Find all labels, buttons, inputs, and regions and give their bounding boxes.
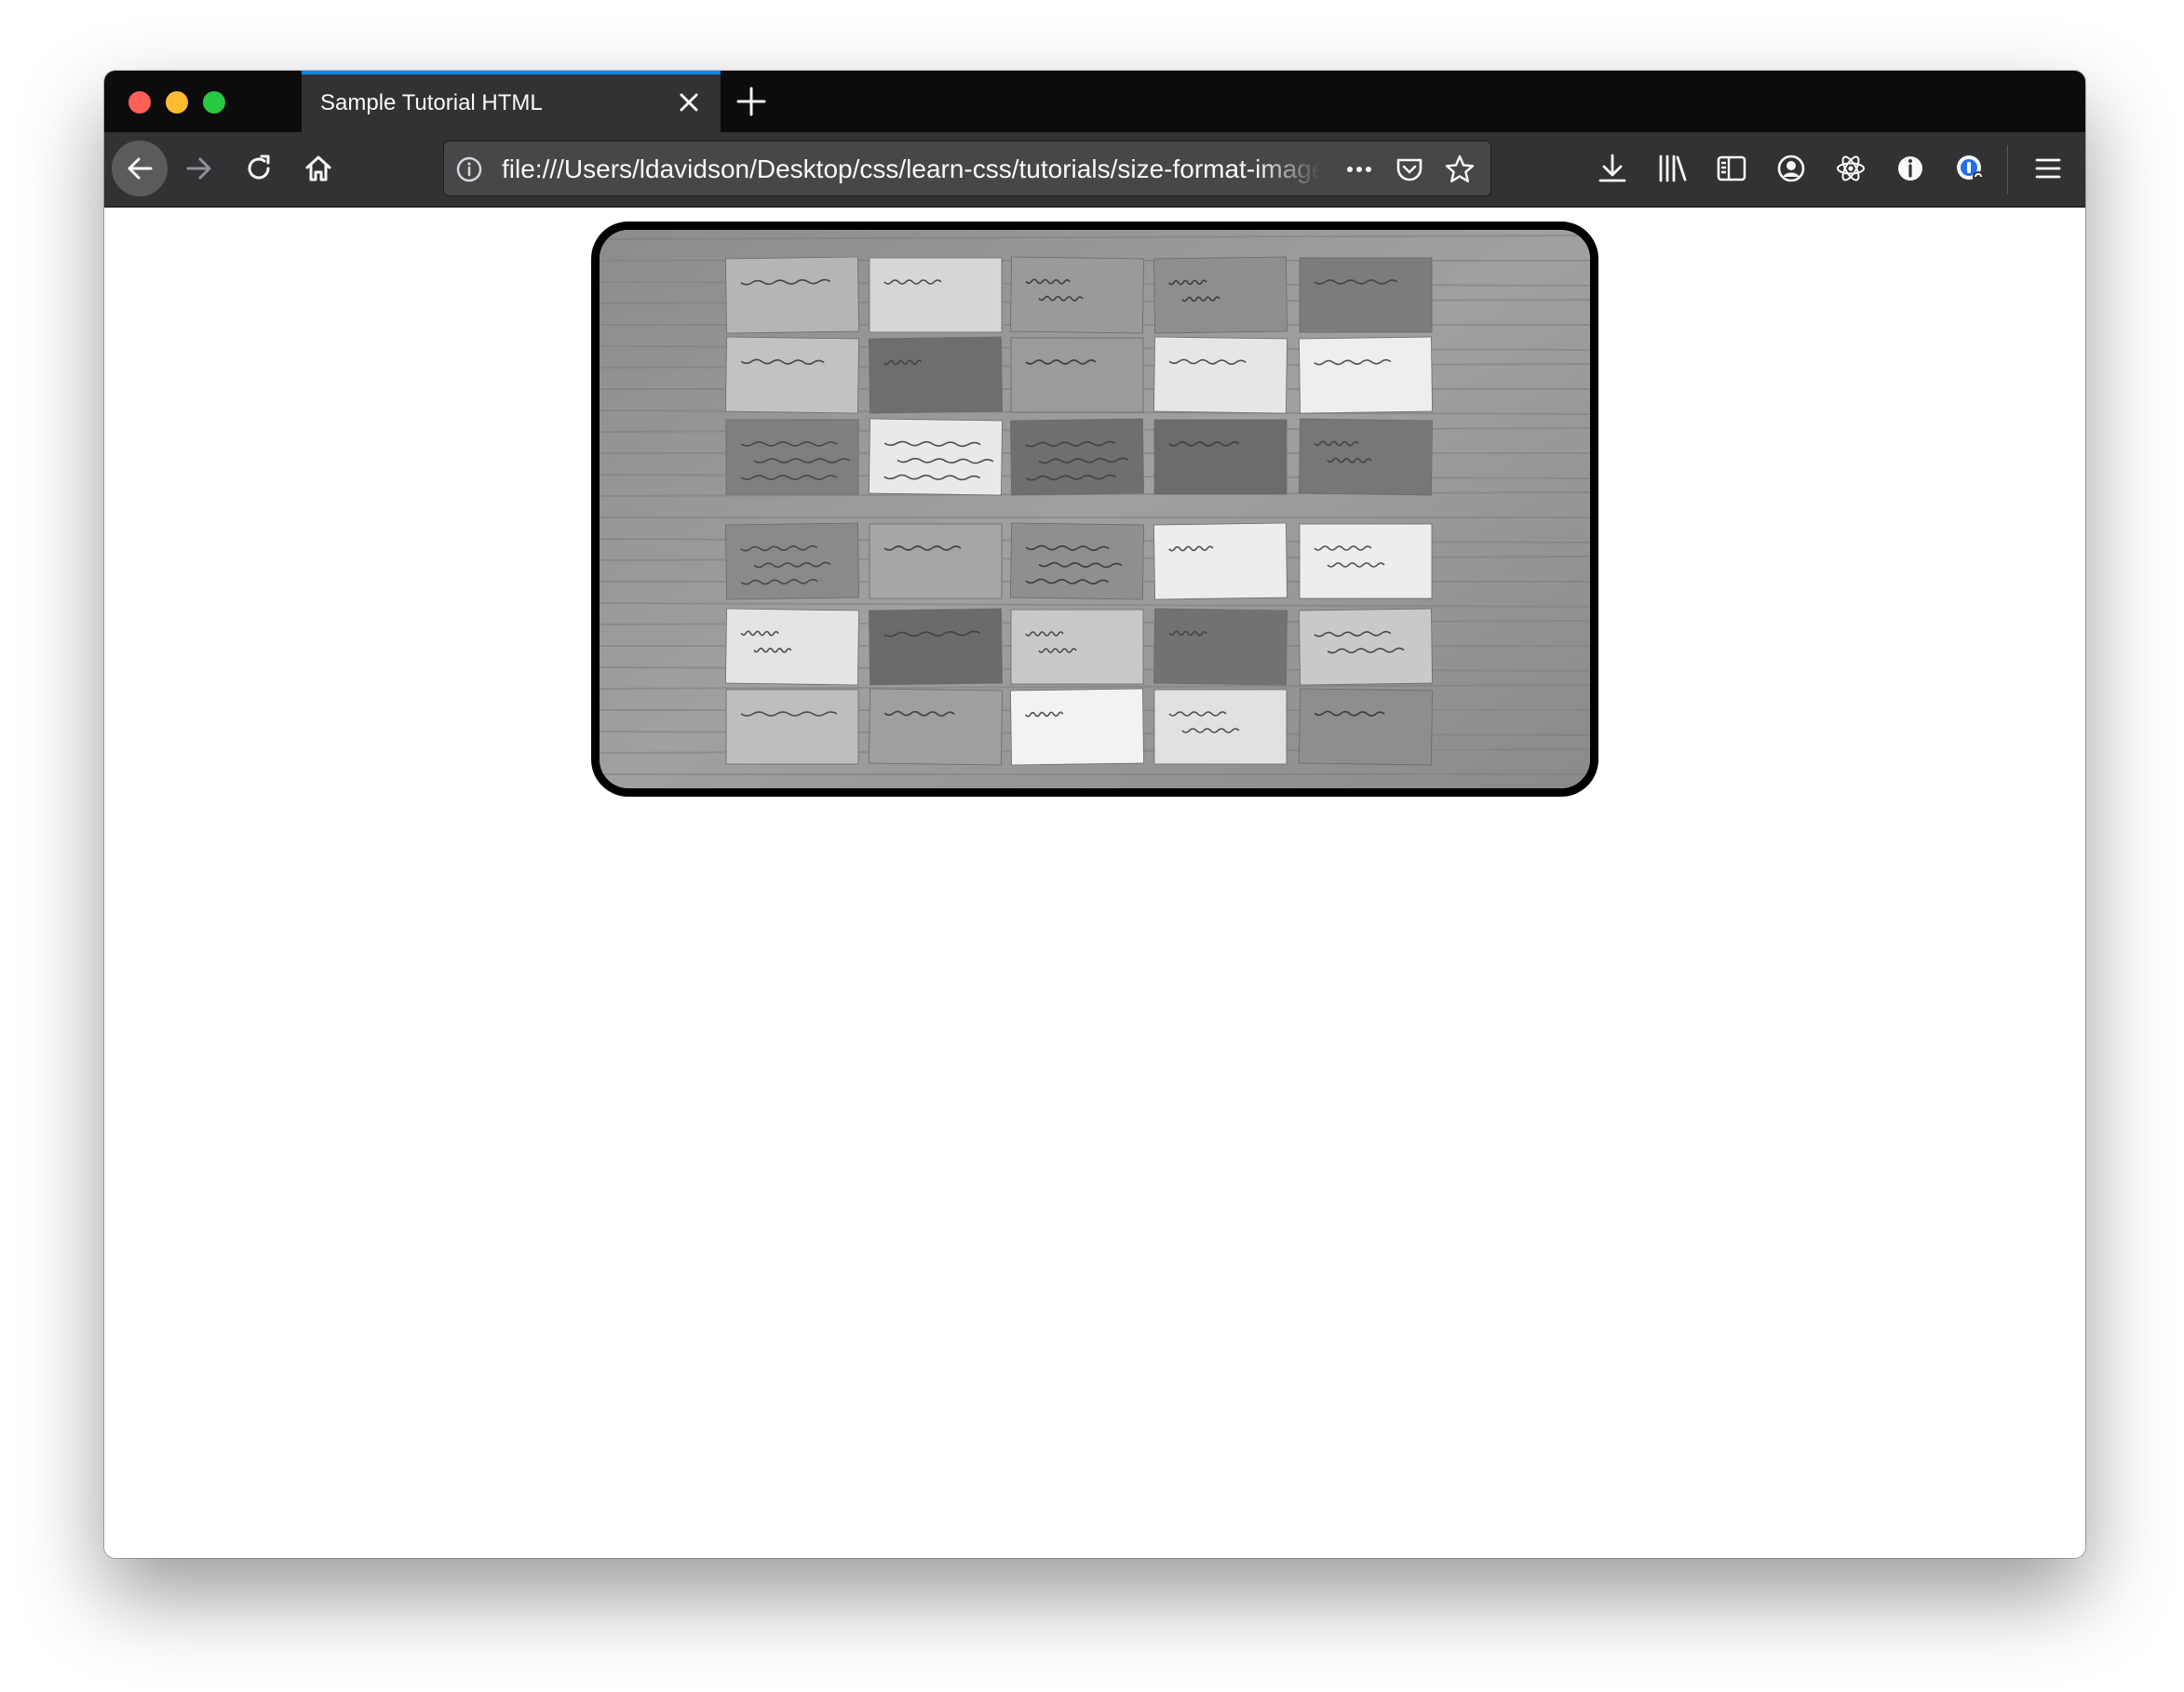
tab-title: Sample Tutorial HTML — [320, 90, 543, 115]
index-card — [1299, 257, 1433, 333]
close-tab-icon[interactable] — [676, 89, 702, 115]
index-card — [1299, 688, 1433, 766]
pocket-icon[interactable] — [1394, 154, 1425, 185]
index-card — [1010, 522, 1144, 600]
account-icon[interactable] — [1774, 152, 1808, 185]
menu-icon[interactable] — [2031, 152, 2065, 185]
library-icon[interactable] — [1655, 152, 1689, 185]
index-card — [725, 336, 859, 414]
info-icon[interactable] — [455, 155, 483, 183]
index-card — [1153, 689, 1287, 765]
bookmark-star-icon[interactable] — [1444, 154, 1476, 185]
forward-icon — [186, 157, 211, 180]
index-card — [725, 689, 859, 765]
index-card — [1299, 418, 1433, 496]
index-card — [1010, 418, 1144, 496]
index-card — [1010, 337, 1144, 413]
password-manager-icon[interactable] — [1953, 152, 1987, 185]
maximize-window-icon[interactable] — [203, 91, 225, 114]
rounded-photo-image — [591, 222, 1598, 797]
index-card — [725, 522, 859, 600]
index-card — [869, 523, 1003, 599]
back-button[interactable] — [112, 141, 168, 196]
index-card — [1153, 336, 1287, 414]
toolbar-separator — [2007, 145, 2008, 194]
tab-bar: Sample Tutorial HTML — [104, 71, 2085, 132]
index-card — [1010, 256, 1144, 334]
url-text[interactable]: file:///Users/ldavidson/Desktop/css/lear… — [502, 154, 1321, 184]
index-card — [1153, 522, 1287, 600]
home-button[interactable] — [290, 141, 346, 196]
index-card — [1153, 256, 1287, 334]
navigation-toolbar: file:///Users/ldavidson/Desktop/css/lear… — [104, 132, 2085, 208]
index-card — [1299, 608, 1433, 686]
index-card — [725, 608, 859, 686]
back-icon — [128, 157, 153, 180]
index-card — [1299, 336, 1433, 414]
new-tab-icon[interactable] — [735, 86, 767, 117]
home-icon — [305, 155, 331, 181]
index-card — [869, 688, 1003, 766]
forward-button[interactable] — [171, 141, 227, 196]
info-extension-icon[interactable] — [1894, 152, 1927, 185]
index-card — [1010, 688, 1144, 766]
page-content — [104, 208, 2085, 1558]
close-window-icon[interactable] — [128, 91, 151, 114]
reload-button[interactable] — [231, 141, 287, 196]
react-devtools-icon[interactable] — [1834, 152, 1867, 185]
address-bar[interactable]: file:///Users/ldavidson/Desktop/css/lear… — [443, 141, 1491, 196]
index-card — [1299, 523, 1433, 599]
index-card — [725, 419, 859, 495]
index-card — [869, 257, 1003, 333]
index-card — [1153, 608, 1287, 686]
minimize-window-icon[interactable] — [166, 91, 188, 114]
index-card — [869, 608, 1003, 686]
tab-active[interactable]: Sample Tutorial HTML — [302, 71, 721, 132]
index-card — [725, 256, 859, 334]
index-card — [869, 336, 1003, 414]
downloads-icon[interactable] — [1596, 152, 1629, 185]
sidebar-icon[interactable] — [1715, 152, 1748, 185]
index-card — [1010, 609, 1144, 685]
reload-icon — [248, 154, 270, 180]
browser-window: Sample Tutorial HTML file:///Users/ldavi… — [104, 71, 2085, 1558]
more-icon[interactable] — [1343, 154, 1375, 185]
index-card — [869, 418, 1003, 496]
index-cards-photo — [600, 230, 1590, 788]
index-card — [1153, 419, 1287, 495]
